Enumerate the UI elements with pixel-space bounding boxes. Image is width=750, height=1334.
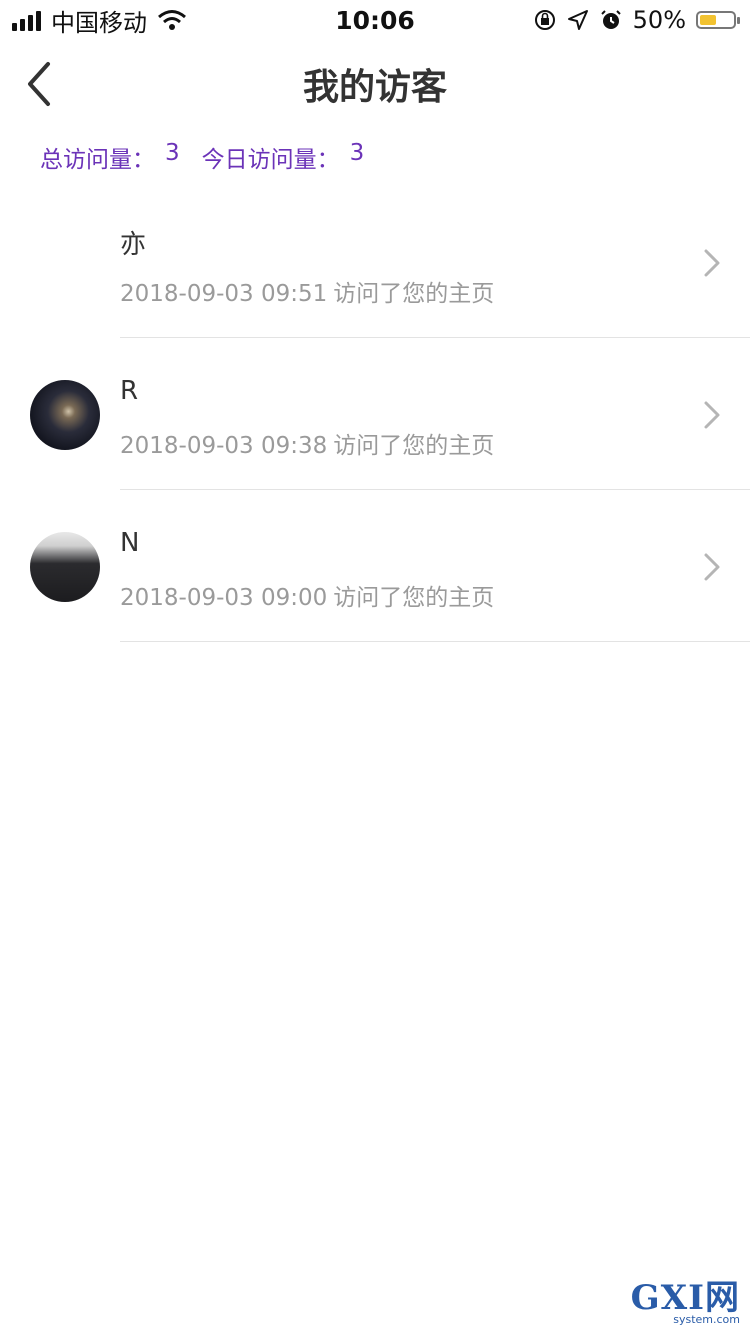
visitor-row[interactable]: R 2018-09-03 09:38 访问了您的主页 bbox=[0, 338, 750, 490]
watermark-text: GXI网 bbox=[630, 1278, 740, 1318]
visitor-name: R bbox=[120, 376, 139, 406]
total-visits-label: 总访问量： bbox=[40, 147, 155, 173]
today-visits: 今日访问量： 3 bbox=[202, 140, 365, 174]
avatar[interactable] bbox=[30, 532, 100, 602]
visit-time: 2018-09-03 09:00 bbox=[120, 585, 328, 611]
visit-message: 访问了您的主页 bbox=[333, 585, 495, 611]
chevron-right-icon bbox=[704, 401, 720, 429]
avatar[interactable] bbox=[30, 228, 100, 298]
today-visits-value: 3 bbox=[349, 140, 365, 166]
row-divider bbox=[120, 641, 750, 642]
battery-fill bbox=[700, 15, 716, 25]
visit-message: 访问了您的主页 bbox=[333, 433, 495, 459]
visitor-list: 亦 2018-09-03 09:51 访问了您的主页 R 2018-09-03 0… bbox=[0, 186, 750, 642]
status-right: 50% bbox=[533, 6, 740, 34]
avatar[interactable] bbox=[30, 380, 100, 450]
chevron-right-icon bbox=[704, 249, 720, 277]
battery-percent: 50% bbox=[632, 6, 686, 34]
battery-icon bbox=[696, 11, 740, 29]
today-visits-label: 今日访问量： bbox=[201, 147, 340, 173]
visit-info: 2018-09-03 09:00 访问了您的主页 bbox=[120, 578, 494, 612]
visitor-row[interactable]: 亦 2018-09-03 09:51 访问了您的主页 bbox=[0, 186, 750, 338]
total-visits-value: 3 bbox=[165, 140, 180, 166]
visit-time: 2018-09-03 09:38 bbox=[120, 433, 328, 459]
visitor-name: 亦 bbox=[120, 230, 147, 260]
visit-time: 2018-09-03 09:51 bbox=[120, 281, 328, 307]
rotation-lock-icon bbox=[534, 10, 555, 30]
location-icon bbox=[567, 10, 588, 30]
visit-info: 2018-09-03 09:38 访问了您的主页 bbox=[120, 426, 494, 460]
visit-message: 访问了您的主页 bbox=[333, 281, 495, 307]
visitor-row[interactable]: N 2018-09-03 09:00 访问了您的主页 bbox=[0, 490, 750, 642]
chevron-right-icon bbox=[704, 553, 720, 581]
total-visits: 总访问量： 3 bbox=[40, 140, 180, 174]
nav-bar: 我的访客 bbox=[0, 40, 750, 128]
alarm-icon bbox=[600, 10, 621, 29]
visit-stats: 总访问量： 3 今日访问量： 3 bbox=[40, 140, 364, 174]
visit-info: 2018-09-03 09:51 访问了您的主页 bbox=[120, 274, 494, 308]
status-bar: 中国移动 10:06 50% bbox=[0, 0, 750, 40]
watermark-logo: GXI网 system.com bbox=[631, 1270, 740, 1326]
visitor-name: N bbox=[120, 528, 140, 558]
page-title: 我的访客 bbox=[302, 67, 447, 108]
